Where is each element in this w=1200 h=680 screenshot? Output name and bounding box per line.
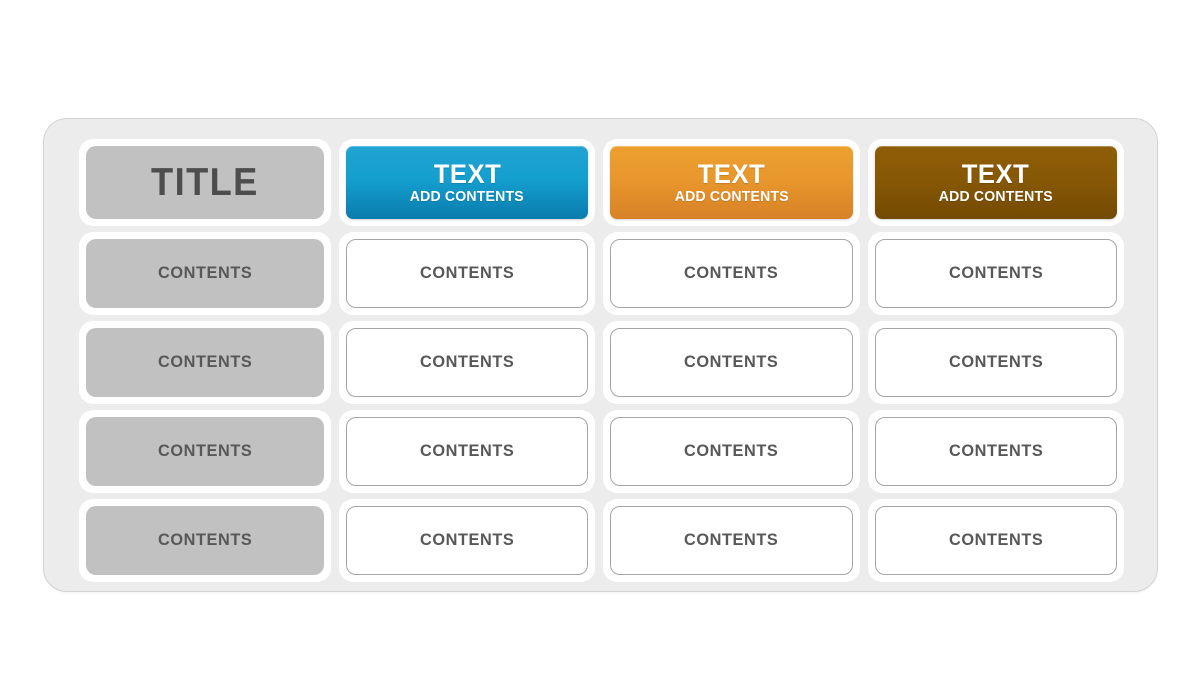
row-2-cell-1-text: CONTENTS — [419, 352, 515, 372]
header-column-3-sub-label: ADD CONTENTS — [938, 188, 1053, 205]
row-3-cell-3-text: CONTENTS — [948, 441, 1044, 461]
row-4-cell-1[interactable]: CONTENTS — [346, 506, 589, 575]
row-4-cell-3-text: CONTENTS — [948, 530, 1044, 550]
row-3-cell-2-frame: CONTENTS — [603, 410, 860, 493]
table-header-row: TITLE TEXT ADD CONTENTS TEXT ADD CONTENT… — [75, 136, 1128, 229]
header-column-3-cell[interactable]: TEXT ADD CONTENTS — [874, 146, 1117, 219]
table-panel: TITLE TEXT ADD CONTENTS TEXT ADD CONTENT… — [43, 118, 1158, 592]
row-2-cell-1-frame: CONTENTS — [339, 321, 596, 404]
header-column-1-frame: TEXT ADD CONTENTS — [339, 139, 596, 226]
row-3-label-frame: CONTENTS — [79, 410, 331, 493]
row-1-cell-1[interactable]: CONTENTS — [346, 239, 589, 308]
row-4-cell-3-frame: CONTENTS — [867, 499, 1124, 582]
row-2-label-frame: CONTENTS — [79, 321, 331, 404]
header-column-2-sub-label: ADD CONTENTS — [674, 188, 789, 205]
row-2-cell-3-text: CONTENTS — [948, 352, 1044, 372]
row-3-cell-1-text: CONTENTS — [419, 441, 515, 461]
header-column-2-cell[interactable]: TEXT ADD CONTENTS — [610, 146, 853, 219]
header-title-frame: TITLE — [79, 139, 331, 226]
row-4-cell-1-text: CONTENTS — [419, 530, 515, 550]
row-2-cell-3-frame: CONTENTS — [867, 321, 1124, 404]
row-2-cell-2-text: CONTENTS — [684, 352, 779, 372]
row-1-label-text: CONTENTS — [157, 263, 253, 283]
row-2-cell-1[interactable]: CONTENTS — [346, 328, 589, 397]
row-1-cell-1-frame: CONTENTS — [339, 232, 596, 315]
row-3-label-text: CONTENTS — [157, 441, 253, 461]
header-column-1-main-label: TEXT — [433, 159, 501, 190]
row-4-cell-1-frame: CONTENTS — [339, 499, 596, 582]
row-2-cell-2-frame: CONTENTS — [603, 321, 860, 404]
row-2-label-text: CONTENTS — [157, 352, 253, 372]
row-3-cell-3[interactable]: CONTENTS — [874, 417, 1117, 486]
header-title-cell[interactable]: TITLE — [86, 146, 324, 219]
row-1-cell-1-text: CONTENTS — [419, 263, 515, 283]
header-column-1-cell[interactable]: TEXT ADD CONTENTS — [346, 146, 589, 219]
row-4-label-frame: CONTENTS — [79, 499, 331, 582]
table-row: CONTENTS CONTENTS CONTENTS CONTENTS — [75, 318, 1128, 407]
row-3-cell-1[interactable]: CONTENTS — [346, 417, 589, 486]
row-4-cell-2-frame: CONTENTS — [603, 499, 860, 582]
table-row: CONTENTS CONTENTS CONTENTS CONTENTS — [75, 229, 1128, 318]
header-column-1-sub-label: ADD CONTENTS — [410, 188, 525, 205]
row-4-cell-3[interactable]: CONTENTS — [874, 506, 1117, 575]
row-1-cell-2[interactable]: CONTENTS — [610, 239, 853, 308]
table-grid: TITLE TEXT ADD CONTENTS TEXT ADD CONTENT… — [75, 136, 1128, 582]
row-3-cell-2[interactable]: CONTENTS — [610, 417, 853, 486]
row-1-label-cell[interactable]: CONTENTS — [86, 239, 324, 308]
row-1-label-frame: CONTENTS — [79, 232, 331, 315]
table-row: CONTENTS CONTENTS CONTENTS CONTENTS — [75, 407, 1128, 496]
row-1-cell-2-text: CONTENTS — [684, 263, 779, 283]
row-1-cell-3-text: CONTENTS — [948, 263, 1044, 283]
row-1-cell-3-frame: CONTENTS — [867, 232, 1124, 315]
table-row: CONTENTS CONTENTS CONTENTS CONTENTS — [75, 496, 1128, 585]
row-4-label-text: CONTENTS — [157, 530, 253, 550]
header-title-label: TITLE — [151, 160, 259, 204]
row-3-label-cell[interactable]: CONTENTS — [86, 417, 324, 486]
row-3-cell-3-frame: CONTENTS — [867, 410, 1124, 493]
row-4-label-cell[interactable]: CONTENTS — [86, 506, 324, 575]
header-column-2-frame: TEXT ADD CONTENTS — [603, 139, 860, 226]
header-column-3-main-label: TEXT — [962, 159, 1030, 190]
row-2-cell-2[interactable]: CONTENTS — [610, 328, 853, 397]
row-1-cell-3[interactable]: CONTENTS — [874, 239, 1117, 308]
row-4-cell-2[interactable]: CONTENTS — [610, 506, 853, 575]
slide-canvas: TITLE TEXT ADD CONTENTS TEXT ADD CONTENT… — [0, 0, 1200, 680]
row-4-cell-2-text: CONTENTS — [684, 530, 779, 550]
row-1-cell-2-frame: CONTENTS — [603, 232, 860, 315]
header-column-3-frame: TEXT ADD CONTENTS — [867, 139, 1124, 226]
header-column-2-main-label: TEXT — [697, 159, 766, 190]
row-2-cell-3[interactable]: CONTENTS — [874, 328, 1117, 397]
row-3-cell-2-text: CONTENTS — [684, 441, 779, 461]
row-3-cell-1-frame: CONTENTS — [339, 410, 596, 493]
row-2-label-cell[interactable]: CONTENTS — [86, 328, 324, 397]
